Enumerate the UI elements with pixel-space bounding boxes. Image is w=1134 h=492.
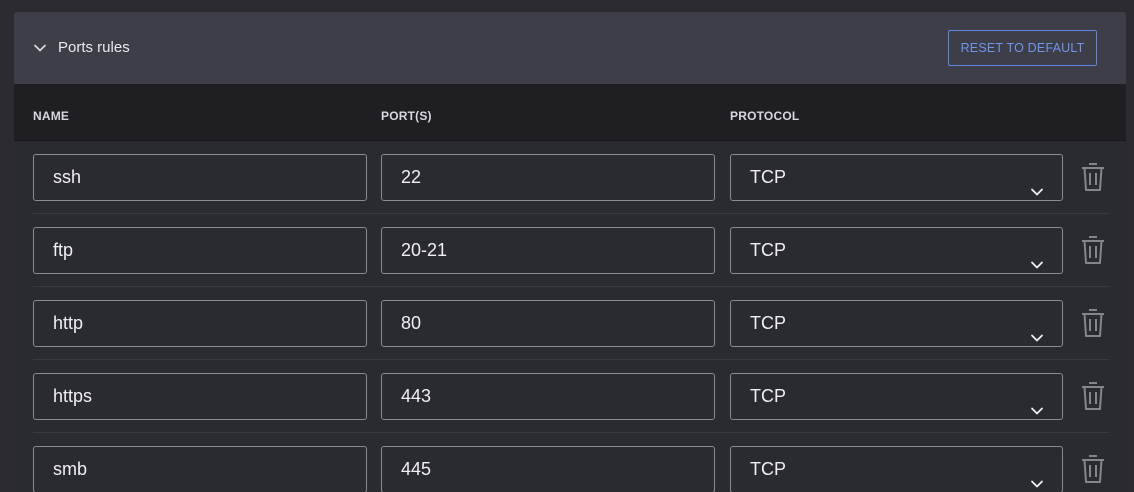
rule-ports-input[interactable]: 80 <box>381 300 715 347</box>
rule-ports-input[interactable]: 443 <box>381 373 715 420</box>
chevron-down-icon <box>1030 317 1044 342</box>
chevron-down-icon <box>1030 463 1044 488</box>
column-header-name: NAME <box>33 109 70 123</box>
rule-protocol-value: TCP <box>750 313 786 333</box>
rule-protocol-select[interactable]: TCP <box>730 300 1063 347</box>
rule-row: https 443 TCP <box>33 360 1109 433</box>
rule-protocol-select[interactable]: TCP <box>730 227 1063 274</box>
rule-name-input[interactable]: ftp <box>33 227 367 274</box>
ports-rules-panel: Ports rules RESET TO DEFAULT NAME PORT(S… <box>14 12 1126 492</box>
panel-title: Ports rules <box>58 39 130 56</box>
rule-row: ftp 20-21 TCP <box>33 214 1109 287</box>
trash-icon[interactable] <box>1080 234 1106 266</box>
rule-row: smb 445 TCP <box>33 433 1109 492</box>
rule-name-input[interactable]: http <box>33 300 367 347</box>
chevron-down-icon[interactable] <box>33 41 47 55</box>
chevron-down-icon <box>1030 171 1044 196</box>
rule-protocol-value: TCP <box>750 386 786 406</box>
rule-protocol-value: TCP <box>750 240 786 260</box>
rule-protocol-select[interactable]: TCP <box>730 446 1063 492</box>
table-header: NAME PORT(S) PROTOCOL <box>14 84 1126 141</box>
rule-ports-input[interactable]: 445 <box>381 446 715 492</box>
column-header-protocol: PROTOCOL <box>730 109 800 123</box>
rule-protocol-select[interactable]: TCP <box>730 373 1063 420</box>
column-header-ports: PORT(S) <box>381 109 432 123</box>
rule-protocol-value: TCP <box>750 459 786 479</box>
panel-header[interactable]: Ports rules RESET TO DEFAULT <box>14 12 1126 84</box>
trash-icon[interactable] <box>1080 307 1106 339</box>
trash-icon[interactable] <box>1080 453 1106 485</box>
rule-protocol-value: TCP <box>750 167 786 187</box>
rule-row: ssh 22 TCP <box>33 141 1109 214</box>
rule-name-input[interactable]: ssh <box>33 154 367 201</box>
reset-to-default-button[interactable]: RESET TO DEFAULT <box>948 30 1097 66</box>
rule-row: http 80 TCP <box>33 287 1109 360</box>
trash-icon[interactable] <box>1080 161 1106 193</box>
rule-protocol-select[interactable]: TCP <box>730 154 1063 201</box>
trash-icon[interactable] <box>1080 380 1106 412</box>
chevron-down-icon <box>1030 244 1044 269</box>
chevron-down-icon <box>1030 390 1044 415</box>
rule-ports-input[interactable]: 20-21 <box>381 227 715 274</box>
rule-name-input[interactable]: smb <box>33 446 367 492</box>
rule-ports-input[interactable]: 22 <box>381 154 715 201</box>
rule-name-input[interactable]: https <box>33 373 367 420</box>
